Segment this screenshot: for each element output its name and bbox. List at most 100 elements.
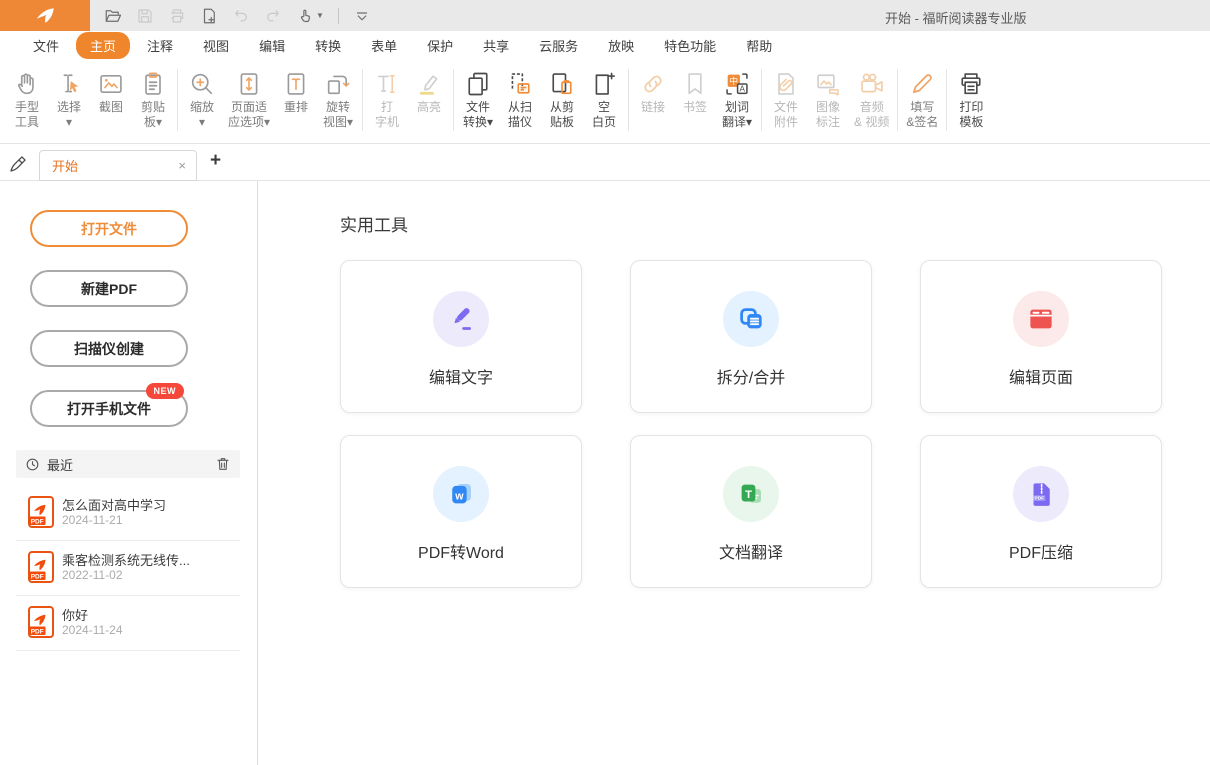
menu-help[interactable]: 帮助 xyxy=(731,32,787,59)
svg-text:PDF: PDF xyxy=(1035,496,1045,502)
menu-edit[interactable]: 编辑 xyxy=(244,32,300,59)
pdf-file-icon: PDF xyxy=(28,551,54,588)
menu-cloud[interactable]: 云服务 xyxy=(524,32,593,59)
new-badge: NEW xyxy=(146,383,185,399)
card-edit-text[interactable]: 编辑文字 xyxy=(340,260,582,413)
quick-access-toolbar: ▼ xyxy=(104,0,371,31)
dropdown-caret-icon: ▼ xyxy=(316,11,324,20)
pen-nib-icon[interactable] xyxy=(8,153,29,179)
tab-close-icon[interactable]: × xyxy=(178,158,186,173)
bookmark-icon xyxy=(681,68,709,100)
menu-file[interactable]: 文件 xyxy=(18,32,74,59)
group-divider xyxy=(177,69,178,131)
tool-snapshot[interactable]: 截图 xyxy=(90,67,132,116)
print-icon[interactable] xyxy=(168,7,186,25)
undo-icon[interactable] xyxy=(232,7,250,25)
tab-start[interactable]: 开始 × xyxy=(39,150,197,181)
recent-file-item[interactable]: PDF 乘客检测系统无线传... 2022-11-02 xyxy=(16,541,240,595)
group-divider xyxy=(897,69,898,131)
tool-translate[interactable]: 中A 划词 翻译▾ xyxy=(716,67,758,131)
menu-present[interactable]: 放映 xyxy=(593,32,649,59)
typewriter-icon xyxy=(373,68,401,100)
file-attachment-icon xyxy=(772,68,800,100)
toolbar-separator xyxy=(338,8,339,24)
tool-typewriter[interactable]: 打 字机 xyxy=(366,67,408,131)
new-document-icon[interactable] xyxy=(200,7,218,25)
tool-bookmark[interactable]: 书签 xyxy=(674,67,716,116)
page-fit-icon xyxy=(235,68,263,100)
tool-image-annotation[interactable]: 图像 标注 xyxy=(807,67,849,131)
menu-convert[interactable]: 转换 xyxy=(300,32,356,59)
menu-form[interactable]: 表单 xyxy=(356,32,412,59)
tool-page-fit[interactable]: 页面适 应选项▾ xyxy=(223,67,275,131)
card-pdf-compress[interactable]: PDF PDF压缩 xyxy=(920,435,1162,588)
tab-start-label: 开始 xyxy=(52,156,178,175)
customize-toolbar-icon[interactable] xyxy=(353,7,371,25)
split-merge-icon xyxy=(723,291,779,347)
svg-text:中: 中 xyxy=(729,75,738,86)
redo-icon[interactable] xyxy=(264,7,282,25)
tool-clipboard[interactable]: 剪贴 板▾ xyxy=(132,67,174,131)
link-icon xyxy=(639,68,667,100)
tools-heading: 实用工具 xyxy=(340,211,408,236)
reflow-icon xyxy=(282,68,310,100)
tool-fill-sign[interactable]: 填写 &签名 xyxy=(901,67,943,131)
tool-cards-grid: 编辑文字 拆分/合并 编辑页面 w PDF转Word T 文档翻译 xyxy=(340,260,1162,588)
new-pdf-button[interactable]: 新建PDF xyxy=(30,270,188,307)
trash-icon[interactable] xyxy=(215,456,231,472)
from-clipboard-icon xyxy=(548,68,576,100)
card-split-merge[interactable]: 拆分/合并 xyxy=(630,260,872,413)
tool-link[interactable]: 链接 xyxy=(632,67,674,116)
menu-view[interactable]: 视图 xyxy=(188,32,244,59)
zoom-icon xyxy=(188,68,216,100)
open-phone-file-button[interactable]: 打开手机文件 NEW xyxy=(30,390,188,427)
open-file-button[interactable]: 打开文件 xyxy=(30,210,188,247)
card-edit-page[interactable]: 编辑页面 xyxy=(920,260,1162,413)
tool-audio-video[interactable]: 音频 & 视频 xyxy=(849,67,894,131)
card-pdf-to-word[interactable]: w PDF转Word xyxy=(340,435,582,588)
new-tab-button[interactable]: + xyxy=(210,150,221,172)
snapshot-icon xyxy=(97,68,125,100)
tool-select[interactable]: 选择 ▾ xyxy=(48,67,90,131)
tool-reflow[interactable]: 重排 xyxy=(275,67,317,116)
menu-comment[interactable]: 注释 xyxy=(132,32,188,59)
tool-file-attachment[interactable]: 文件 附件 xyxy=(765,67,807,131)
touch-mode-icon[interactable]: ▼ xyxy=(296,7,324,25)
tool-hand[interactable]: 手型 工具 xyxy=(6,67,48,131)
window-title: 开始 - 福昕阅读器专业版 xyxy=(885,8,1027,27)
divider xyxy=(16,650,240,651)
svg-text:PDF: PDF xyxy=(31,628,44,635)
svg-text:T: T xyxy=(745,489,752,501)
tool-zoom[interactable]: 缩放 ▾ xyxy=(181,67,223,131)
menu-features[interactable]: 特色功能 xyxy=(649,32,731,59)
tool-from-scanner[interactable]: 从扫 描仪 xyxy=(499,67,541,131)
tool-blank-page[interactable]: 空 白页 xyxy=(583,67,625,131)
scanner-create-button[interactable]: 扫描仪创建 xyxy=(30,330,188,367)
svg-text:w: w xyxy=(454,490,464,502)
svg-text:PDF: PDF xyxy=(31,573,44,580)
recent-file-item[interactable]: PDF 怎么面对高中学习 2024-11-21 xyxy=(16,486,240,540)
menu-bar: 文件 主页 注释 视图 编辑 转换 表单 保护 共享 云服务 放映 特色功能 帮… xyxy=(0,31,1210,60)
menu-home[interactable]: 主页 xyxy=(76,32,130,59)
recent-file-item[interactable]: PDF 你好 2024-11-24 xyxy=(16,596,240,650)
edit-page-icon xyxy=(1013,291,1069,347)
tool-file-convert[interactable]: 文件 转换▾ xyxy=(457,67,499,131)
card-doc-translate[interactable]: T 文档翻译 xyxy=(630,435,872,588)
menu-protect[interactable]: 保护 xyxy=(412,32,468,59)
menu-share[interactable]: 共享 xyxy=(468,32,524,59)
open-folder-icon[interactable] xyxy=(104,7,122,25)
foxit-logo[interactable] xyxy=(0,0,90,31)
file-convert-icon xyxy=(464,68,492,100)
edit-text-icon xyxy=(433,291,489,347)
svg-text:PDF: PDF xyxy=(31,518,44,525)
print-template-icon xyxy=(957,68,985,100)
tool-from-clipboard[interactable]: 从剪 贴板 xyxy=(541,67,583,131)
svg-text:A: A xyxy=(740,84,746,93)
tool-rotate-view[interactable]: 旋转 视图▾ xyxy=(317,67,359,131)
tool-print-template[interactable]: 打印 模板 xyxy=(950,67,992,131)
group-divider xyxy=(628,69,629,131)
save-icon[interactable] xyxy=(136,7,154,25)
audio-video-icon xyxy=(858,68,886,100)
tool-highlight[interactable]: 高亮 xyxy=(408,67,450,116)
image-annotation-icon xyxy=(814,68,842,100)
